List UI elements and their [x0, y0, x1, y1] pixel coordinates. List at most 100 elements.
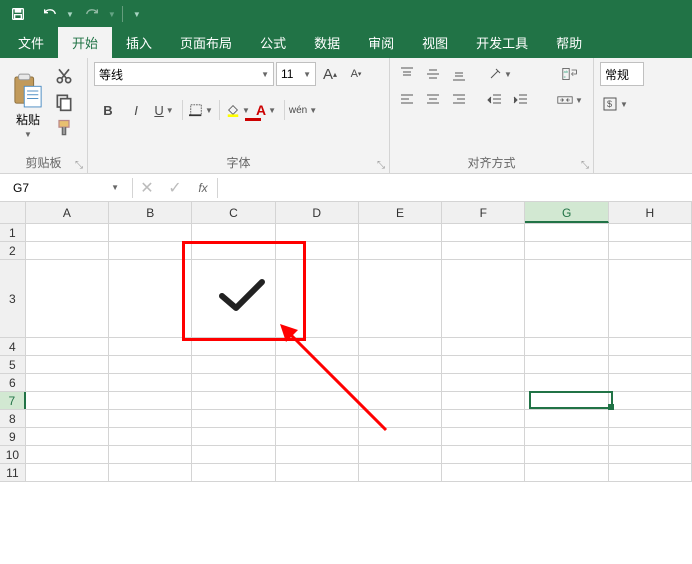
- cell-D3[interactable]: [276, 260, 359, 337]
- column-header-G[interactable]: G: [525, 202, 608, 223]
- cell-A1[interactable]: [26, 224, 109, 241]
- column-header-B[interactable]: B: [109, 202, 192, 223]
- align-center-button[interactable]: [422, 88, 444, 112]
- undo-button[interactable]: [36, 2, 64, 26]
- underline-button[interactable]: U▼: [150, 96, 178, 124]
- cell-D8[interactable]: [276, 410, 359, 427]
- decrease-font-button[interactable]: A▾: [344, 62, 368, 86]
- row-header-8[interactable]: 8: [0, 410, 26, 427]
- cell-G1[interactable]: [525, 224, 608, 241]
- name-box[interactable]: G7▼: [6, 176, 126, 200]
- cell-D6[interactable]: [276, 374, 359, 391]
- cell-E5[interactable]: [359, 356, 442, 373]
- row-header-10[interactable]: 10: [0, 446, 26, 463]
- cell-D9[interactable]: [276, 428, 359, 445]
- cell-D10[interactable]: [276, 446, 359, 463]
- cell-A7[interactable]: [26, 392, 109, 409]
- cell-D7[interactable]: [276, 392, 359, 409]
- border-button[interactable]: ▼: [187, 96, 215, 124]
- column-header-A[interactable]: A: [26, 202, 109, 223]
- tab-developer[interactable]: 开发工具: [462, 27, 542, 58]
- cell-A2[interactable]: [26, 242, 109, 259]
- cell-B9[interactable]: [109, 428, 192, 445]
- cell-B6[interactable]: [109, 374, 192, 391]
- cell-C10[interactable]: [192, 446, 275, 463]
- cell-F6[interactable]: [442, 374, 525, 391]
- cell-F11[interactable]: [442, 464, 525, 481]
- cell-H10[interactable]: [609, 446, 692, 463]
- cell-H2[interactable]: [609, 242, 692, 259]
- increase-indent-button[interactable]: [510, 88, 532, 112]
- cell-G4[interactable]: [525, 338, 608, 355]
- row-header-1[interactable]: 1: [0, 224, 26, 241]
- cell-E1[interactable]: [359, 224, 442, 241]
- cell-A6[interactable]: [26, 374, 109, 391]
- cell-F4[interactable]: [442, 338, 525, 355]
- font-size-combo[interactable]: 11▼: [276, 62, 316, 86]
- cell-E4[interactable]: [359, 338, 442, 355]
- row-header-6[interactable]: 6: [0, 374, 26, 391]
- accounting-format-button[interactable]: $▼: [600, 92, 630, 116]
- tab-page-layout[interactable]: 页面布局: [166, 27, 246, 58]
- cell-F8[interactable]: [442, 410, 525, 427]
- cell-E10[interactable]: [359, 446, 442, 463]
- tab-file[interactable]: 文件: [4, 27, 58, 58]
- cell-C5[interactable]: [192, 356, 275, 373]
- wrap-text-button[interactable]: abc: [552, 62, 588, 86]
- cell-B3[interactable]: [109, 260, 192, 337]
- cell-F1[interactable]: [442, 224, 525, 241]
- align-left-button[interactable]: [396, 88, 418, 112]
- cell-A3[interactable]: [26, 260, 109, 337]
- cell-B8[interactable]: [109, 410, 192, 427]
- orientation-button[interactable]: ▼: [484, 62, 514, 86]
- cell-B1[interactable]: [109, 224, 192, 241]
- cell-A8[interactable]: [26, 410, 109, 427]
- cell-F9[interactable]: [442, 428, 525, 445]
- paste-button[interactable]: 粘贴 ▼: [6, 62, 50, 150]
- cell-B5[interactable]: [109, 356, 192, 373]
- cell-H1[interactable]: [609, 224, 692, 241]
- tab-help[interactable]: 帮助: [542, 27, 596, 58]
- cell-E9[interactable]: [359, 428, 442, 445]
- cell-A5[interactable]: [26, 356, 109, 373]
- cell-C6[interactable]: [192, 374, 275, 391]
- cell-C11[interactable]: [192, 464, 275, 481]
- undo-dropdown-icon[interactable]: ▼: [66, 10, 74, 19]
- cell-F2[interactable]: [442, 242, 525, 259]
- font-launcher-icon[interactable]: ⤡: [377, 160, 385, 171]
- italic-button[interactable]: I: [122, 96, 150, 124]
- cancel-formula-button[interactable]: ✕: [133, 176, 161, 200]
- cell-D2[interactable]: [276, 242, 359, 259]
- cell-B2[interactable]: [109, 242, 192, 259]
- cell-H11[interactable]: [609, 464, 692, 481]
- row-header-11[interactable]: 11: [0, 464, 26, 481]
- increase-font-button[interactable]: A▴: [318, 62, 342, 86]
- cell-C9[interactable]: [192, 428, 275, 445]
- cut-button[interactable]: [54, 66, 74, 86]
- row-header-5[interactable]: 5: [0, 356, 26, 373]
- cell-G2[interactable]: [525, 242, 608, 259]
- tab-home[interactable]: 开始: [58, 27, 112, 58]
- row-header-4[interactable]: 4: [0, 338, 26, 355]
- cell-G5[interactable]: [525, 356, 608, 373]
- cell-G10[interactable]: [525, 446, 608, 463]
- cell-E7[interactable]: [359, 392, 442, 409]
- cell-H4[interactable]: [609, 338, 692, 355]
- redo-dropdown-icon[interactable]: ▼: [108, 10, 116, 19]
- tab-formulas[interactable]: 公式: [246, 27, 300, 58]
- fill-handle[interactable]: [608, 404, 614, 410]
- tab-view[interactable]: 视图: [408, 27, 462, 58]
- cell-C2[interactable]: [192, 242, 275, 259]
- number-format-combo[interactable]: 常规: [600, 62, 644, 86]
- cell-A4[interactable]: [26, 338, 109, 355]
- align-middle-button[interactable]: [422, 62, 444, 86]
- clipboard-launcher-icon[interactable]: ⤡: [75, 160, 83, 171]
- column-header-H[interactable]: H: [609, 202, 692, 223]
- alignment-launcher-icon[interactable]: ⤡: [581, 160, 589, 171]
- cell-A10[interactable]: [26, 446, 109, 463]
- cell-B10[interactable]: [109, 446, 192, 463]
- cell-D11[interactable]: [276, 464, 359, 481]
- cell-G9[interactable]: [525, 428, 608, 445]
- cell-E3[interactable]: [359, 260, 442, 337]
- cell-G6[interactable]: [525, 374, 608, 391]
